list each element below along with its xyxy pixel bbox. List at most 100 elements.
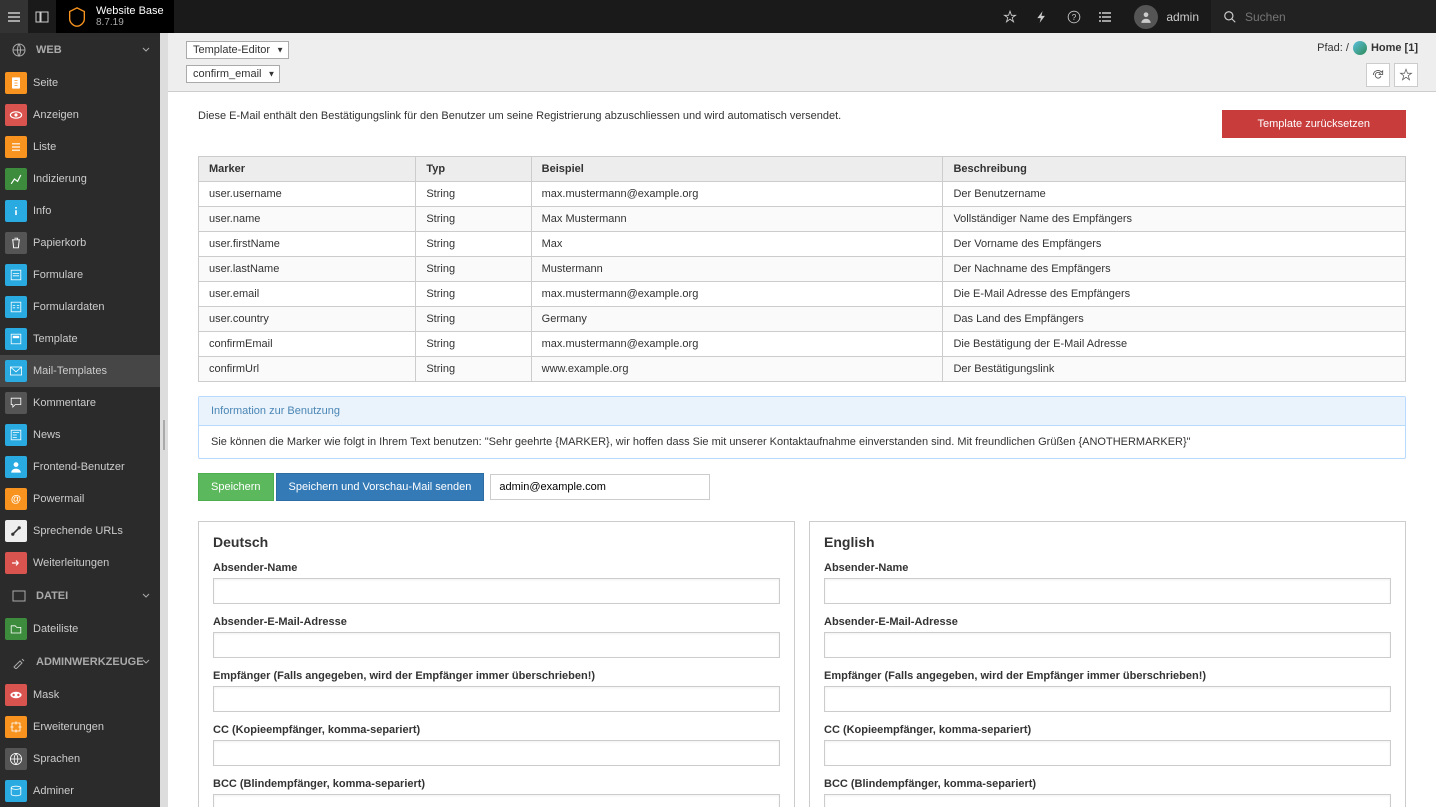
nav-item-mail-templates[interactable]: Mail-Templates [0, 355, 160, 387]
nav-item-frontend-benutzer[interactable]: Frontend-Benutzer [0, 451, 160, 483]
intro-text: Diese E-Mail enthält den Bestätigungslin… [198, 110, 1222, 122]
formdata-icon [5, 296, 27, 318]
powermail-icon: @ [5, 488, 27, 510]
form-lang-title: English [824, 534, 1391, 550]
nav-item-formulardaten[interactable]: Formulardaten [0, 291, 160, 323]
trash-icon [5, 232, 27, 254]
nav-item-liste[interactable]: Liste [0, 131, 160, 163]
bookmark-button[interactable] [994, 0, 1026, 33]
preview-email-input[interactable] [490, 474, 710, 500]
list-icon [5, 136, 27, 158]
field-input[interactable] [213, 740, 780, 766]
help-button[interactable]: ? [1058, 0, 1090, 33]
nav-item-kommentare[interactable]: Kommentare [0, 387, 160, 419]
files-icon [5, 618, 27, 640]
field-input[interactable] [213, 686, 780, 712]
nav-item-weiterleitungen[interactable]: Weiterleitungen [0, 547, 160, 579]
star-outline-icon [1399, 68, 1413, 82]
field-label: Empfänger (Falls angegeben, wird der Emp… [213, 670, 780, 682]
path-page[interactable]: Home [1] [1371, 42, 1418, 54]
docheader: Template-Editor confirm_email Pfad: / Ho… [168, 33, 1436, 92]
template-select[interactable]: confirm_email [186, 65, 280, 83]
refresh-button[interactable] [1366, 63, 1390, 87]
nav-item-news[interactable]: News [0, 419, 160, 451]
list-icon [1099, 10, 1113, 24]
logo-area[interactable]: Website Base 8.7.19 [56, 0, 174, 33]
mail-icon [5, 360, 27, 382]
app-logo-icon [66, 6, 88, 28]
field-input[interactable] [213, 794, 780, 807]
nav-item-erweiterungen[interactable]: Erweiterungen [0, 711, 160, 743]
topbar: Website Base 8.7.19 ? admin [0, 0, 1436, 33]
field-label: Absender-Name [213, 562, 780, 574]
nav-item-mask[interactable]: Mask [0, 679, 160, 711]
field-input[interactable] [824, 686, 1391, 712]
news-icon [5, 424, 27, 446]
nav-item-seite[interactable]: Seite [0, 67, 160, 99]
nav-item-papierkorb[interactable]: Papierkorb [0, 227, 160, 259]
content: Template-Editor confirm_email Pfad: / Ho… [168, 33, 1436, 807]
field-input[interactable] [213, 578, 780, 604]
columns-icon [35, 10, 49, 24]
save-button[interactable]: Speichern [198, 473, 274, 501]
form-lang-title: Deutsch [213, 534, 780, 550]
field-input[interactable] [824, 632, 1391, 658]
nav-item-sprechende-urls[interactable]: Sprechende URLs [0, 515, 160, 547]
table-header: Marker [199, 157, 416, 182]
reset-template-button[interactable]: Template zurücksetzen [1222, 110, 1407, 138]
nav-item-dateiliste[interactable]: Dateiliste [0, 613, 160, 645]
tree-toggle[interactable] [28, 0, 56, 33]
bookmark-page-button[interactable] [1394, 63, 1418, 87]
table-header: Beschreibung [943, 157, 1406, 182]
redirect-icon [5, 552, 27, 574]
nav-item-powermail[interactable]: @Powermail [0, 483, 160, 515]
page-icon [5, 72, 27, 94]
search-area[interactable] [1211, 0, 1436, 33]
nav-item-anzeigen[interactable]: Anzeigen [0, 99, 160, 131]
field-input[interactable] [824, 578, 1391, 604]
form-column-english: EnglishAbsender-NameAbsender-E-Mail-Adre… [809, 521, 1406, 807]
user-menu[interactable]: admin [1122, 0, 1211, 33]
lang-icon [5, 748, 27, 770]
opendocs-button[interactable] [1090, 0, 1122, 33]
search-input[interactable] [1245, 10, 1400, 24]
table-row: user.countryStringGermanyDas Land des Em… [199, 307, 1406, 332]
user-icon [1139, 10, 1153, 24]
help-icon: ? [1067, 10, 1081, 24]
nav-item-sprachen[interactable]: Sprachen [0, 743, 160, 775]
bolt-icon [1035, 10, 1049, 24]
field-input[interactable] [824, 740, 1391, 766]
nav-section-datei[interactable]: DATEI [0, 579, 160, 613]
info-panel-title: Information zur Benutzung [199, 397, 1405, 426]
splitter[interactable] [160, 33, 168, 807]
field-label: BCC (Blindempfänger, komma-separiert) [824, 778, 1391, 790]
save-preview-button[interactable]: Speichern und Vorschau-Mail senden [276, 473, 485, 501]
field-input[interactable] [824, 794, 1391, 807]
info-panel: Information zur Benutzung Sie können die… [198, 396, 1406, 459]
table-header: Beispiel [531, 157, 943, 182]
nav-section-adminwerkzeuge[interactable]: ADMINWERKZEUGE [0, 645, 160, 679]
nav-item-indizierung[interactable]: Indizierung [0, 163, 160, 195]
table-row: user.firstNameStringMaxDer Vorname des E… [199, 232, 1406, 257]
nav-item-adminer[interactable]: Adminer [0, 775, 160, 807]
template-icon [5, 328, 27, 350]
field-input[interactable] [213, 632, 780, 658]
chart-icon [5, 168, 27, 190]
cache-button[interactable] [1026, 0, 1058, 33]
marker-table: MarkerTypBeispielBeschreibung user.usern… [198, 156, 1406, 382]
field-label: Empfänger (Falls angegeben, wird der Emp… [824, 670, 1391, 682]
menu-toggle[interactable] [0, 0, 28, 33]
url-icon [5, 520, 27, 542]
avatar [1134, 5, 1158, 29]
star-icon [1003, 10, 1017, 24]
user-icon [5, 456, 27, 478]
nav-item-template[interactable]: Template [0, 323, 160, 355]
table-row: user.usernameStringmax.mustermann@exampl… [199, 182, 1406, 207]
mask-icon [5, 684, 27, 706]
nav-item-info[interactable]: Info [0, 195, 160, 227]
hamburger-icon [7, 10, 21, 24]
field-label: BCC (Blindempfänger, komma-separiert) [213, 778, 780, 790]
function-select[interactable]: Template-Editor [186, 41, 289, 59]
nav-item-formulare[interactable]: Formulare [0, 259, 160, 291]
nav-section-web[interactable]: WEB [0, 33, 160, 67]
